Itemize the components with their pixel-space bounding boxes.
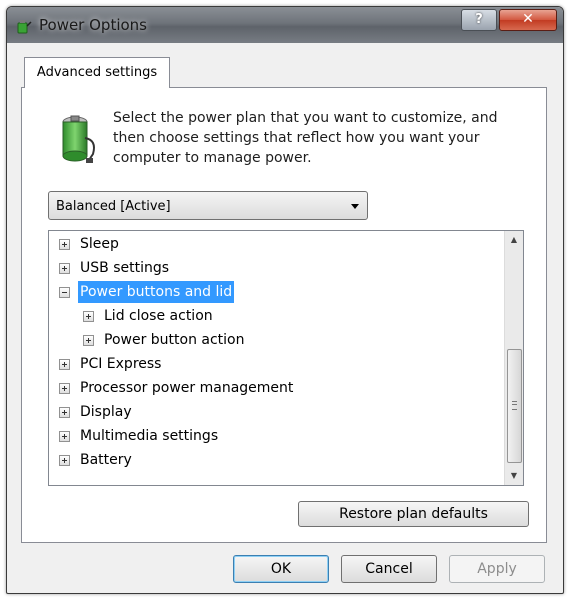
settings-tree[interactable]: Sleep USB settings Power buttons and lid Li… [48,230,524,486]
advanced-settings-panel: Select the power plan that you want to c… [21,87,547,543]
expand-plus-icon[interactable] [59,383,70,394]
tab-advanced-settings[interactable]: Advanced settings [24,57,170,88]
cancel-button[interactable]: Cancel [341,555,437,583]
expand-plus-icon[interactable] [59,407,70,418]
selected-plan: Balanced [Active] [56,199,171,214]
power-options-icon [17,20,32,34]
tree-item[interactable]: Battery [59,449,499,471]
expand-plus-icon[interactable] [83,311,94,322]
tree-item[interactable]: Lid close action [83,305,523,327]
expand-plus-icon[interactable] [59,359,70,370]
tree-item-label: Power buttons and lid [78,281,235,303]
close-button[interactable]: ✕ [499,9,557,31]
tree-item-label: Display [80,404,132,420]
tree-item-label: Multimedia settings [80,428,219,444]
scroll-up-arrow-icon[interactable]: ▲ [505,231,523,249]
tree-item[interactable]: USB settings [59,257,499,279]
tree-item[interactable]: Power buttons and lid [59,281,499,303]
power-options-window: Power Options ? ✕ Advanced settings Sele… [6,6,564,594]
ok-button[interactable]: OK [233,555,329,583]
chevron-down-icon [351,204,359,209]
tree-item[interactable]: Sleep [59,233,499,255]
tree-item-label: Lid close action [104,308,213,324]
expand-plus-icon[interactable] [59,239,70,250]
instructions-text: Select the power plan that you want to c… [113,110,498,166]
tree-item-label: PCI Express [80,356,162,372]
expand-plus-icon[interactable] [59,455,70,466]
scroll-thumb[interactable] [507,349,522,463]
tree-item-label: Processor power management [80,380,294,396]
battery-power-icon [62,115,95,163]
tree-item-label: Sleep [80,236,119,252]
expand-plus-icon[interactable] [83,335,94,346]
title-bar[interactable]: Power Options ? ✕ [7,7,563,43]
scroll-down-arrow-icon[interactable]: ▼ [505,467,523,485]
grip-icon [512,401,517,410]
tree-item[interactable]: Multimedia settings [59,425,499,447]
power-plan-dropdown[interactable]: Balanced [Active] [48,191,368,220]
tree-scrollbar[interactable]: ▲ ▼ [504,231,523,485]
tree-item[interactable]: PCI Express [59,353,499,375]
tree-item[interactable]: Power button action [83,329,523,351]
tree-item-label: Battery [80,452,132,468]
help-button[interactable]: ? [461,9,497,31]
restore-plan-defaults-button[interactable]: Restore plan defaults [298,501,529,527]
expand-plus-icon[interactable] [59,431,70,442]
expand-plus-icon[interactable] [59,263,70,274]
tree-item-label: Power button action [104,332,245,348]
tree-item-label: USB settings [80,260,170,276]
collapse-minus-icon[interactable] [59,287,70,298]
window-title: Power Options [39,16,147,34]
tree-item[interactable]: Processor power management [59,377,499,399]
settings-tree-list: Sleep USB settings Power buttons and lid Li… [49,231,504,485]
tree-item[interactable]: Display [59,401,499,423]
apply-button[interactable]: Apply [449,555,545,583]
